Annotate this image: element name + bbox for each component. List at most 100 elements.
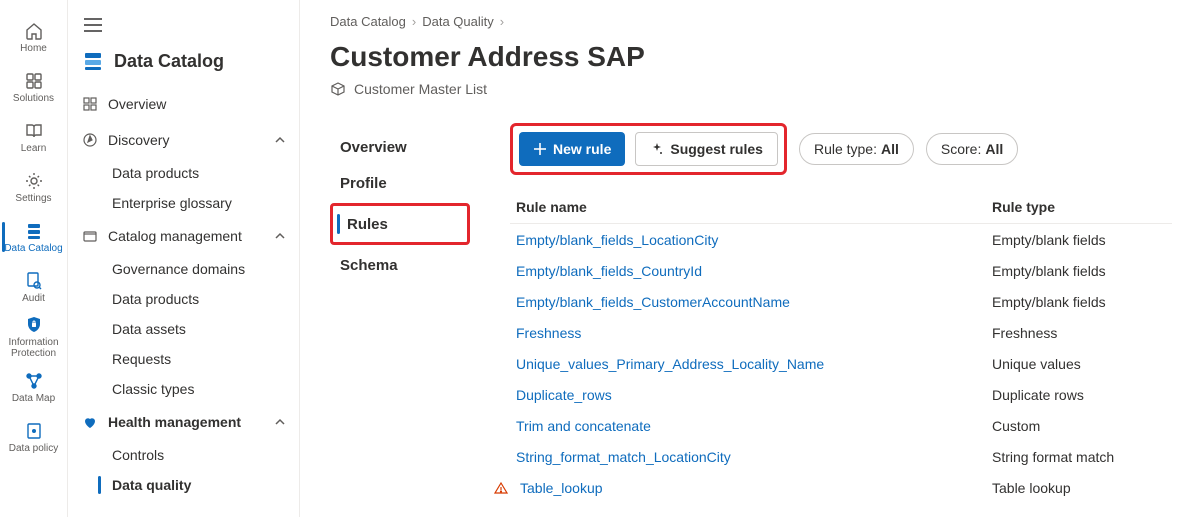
hamburger-icon[interactable] xyxy=(84,18,102,32)
rail-settings[interactable]: Settings xyxy=(0,162,68,212)
col-rule-name[interactable]: Rule name xyxy=(510,199,992,215)
rule-link[interactable]: Freshness xyxy=(510,325,992,341)
cube-icon xyxy=(330,81,346,97)
table-row: Empty/blank_fields_CustomerAccountNameEm… xyxy=(510,286,1172,317)
heart-pulse-icon xyxy=(82,414,98,430)
col-rule-type[interactable]: Rule type xyxy=(992,199,1172,215)
rule-link[interactable]: Table_lookup xyxy=(510,480,992,496)
subtitle-row: Customer Master List xyxy=(330,81,1172,97)
rule-type-cell: Unique values xyxy=(992,356,1172,372)
rule-type-cell: String format match xyxy=(992,449,1172,465)
tab-rules[interactable]: Rules xyxy=(337,206,463,242)
rule-link[interactable]: String_format_match_LocationCity xyxy=(510,449,992,465)
nav-data-assets[interactable]: Data assets xyxy=(68,314,299,344)
table-body: Empty/blank_fields_LocationCityEmpty/bla… xyxy=(510,224,1172,503)
tab-profile[interactable]: Profile xyxy=(330,165,470,201)
rule-type-cell: Empty/blank fields xyxy=(992,294,1172,310)
overview-icon xyxy=(82,96,98,112)
left-nav: Data Catalog Overview Discovery Data pro… xyxy=(68,0,300,517)
chevron-up-icon xyxy=(273,415,287,429)
crumb-data-catalog[interactable]: Data Catalog xyxy=(330,14,406,29)
policy-icon xyxy=(24,421,44,441)
highlight-rules-tab: Rules xyxy=(330,203,470,245)
tab-overview[interactable]: Overview xyxy=(330,129,470,165)
nav-discovery[interactable]: Discovery xyxy=(68,122,299,158)
nav-classic-types[interactable]: Classic types xyxy=(68,374,299,404)
compass-icon xyxy=(82,132,98,148)
suggest-rules-button[interactable]: Suggest rules xyxy=(635,132,778,166)
warning-icon xyxy=(494,481,508,495)
table-row: Trim and concatenateCustom xyxy=(510,410,1172,441)
rule-link[interactable]: Duplicate_rows xyxy=(510,387,992,403)
rail-audit[interactable]: Audit xyxy=(0,262,68,312)
rule-type-cell: Empty/blank fields xyxy=(992,232,1172,248)
nav-discovery-glossary[interactable]: Enterprise glossary xyxy=(68,188,299,218)
table-row: Unique_values_Primary_Address_Locality_N… xyxy=(510,348,1172,379)
rail-data-catalog[interactable]: Data Catalog xyxy=(0,212,68,262)
catalog-color-icon xyxy=(82,50,104,72)
rail-solutions[interactable]: Solutions xyxy=(0,62,68,112)
folder-icon xyxy=(82,228,98,244)
rule-link[interactable]: Empty/blank_fields_CustomerAccountName xyxy=(510,294,992,310)
nav-discovery-data-products[interactable]: Data products xyxy=(68,158,299,188)
book-icon xyxy=(24,121,44,141)
gear-icon xyxy=(24,171,44,191)
rail-data-map[interactable]: Data Map xyxy=(0,362,68,412)
tab-schema[interactable]: Schema xyxy=(330,247,470,283)
rules-panel: New rule Suggest rules Rule type: All Sc… xyxy=(510,123,1172,503)
table-row: Duplicate_rowsDuplicate rows xyxy=(510,379,1172,410)
nav-health-mgmt[interactable]: Health management xyxy=(68,404,299,440)
chevron-up-icon xyxy=(273,133,287,147)
rule-type-cell: Freshness xyxy=(992,325,1172,341)
network-icon xyxy=(24,371,44,391)
rule-link[interactable]: Trim and concatenate xyxy=(510,418,992,434)
nav-data-quality[interactable]: Data quality xyxy=(68,470,299,500)
rail-info-protection[interactable]: Information Protection xyxy=(0,312,68,362)
grid-icon xyxy=(24,71,44,91)
table-row: FreshnessFreshness xyxy=(510,317,1172,348)
rules-toolbar: New rule Suggest rules Rule type: All Sc… xyxy=(510,123,1172,175)
chevron-right-icon: › xyxy=(412,14,416,29)
main-content: Data Catalog › Data Quality › Customer A… xyxy=(300,0,1200,517)
nav-cm-data-products[interactable]: Data products xyxy=(68,284,299,314)
rule-link[interactable]: Unique_values_Primary_Address_Locality_N… xyxy=(510,356,992,372)
nav-title-row: Data Catalog xyxy=(68,40,299,86)
nav-overview[interactable]: Overview xyxy=(68,86,299,122)
rule-type-cell: Empty/blank fields xyxy=(992,263,1172,279)
table-row: Empty/blank_fields_LocationCityEmpty/bla… xyxy=(510,224,1172,255)
breadcrumb: Data Catalog › Data Quality › xyxy=(330,14,1172,29)
rule-link[interactable]: Empty/blank_fields_CountryId xyxy=(510,263,992,279)
table-row: Empty/blank_fields_CountryIdEmpty/blank … xyxy=(510,255,1172,286)
table-row: String_format_match_LocationCityString f… xyxy=(510,441,1172,472)
rail-data-policy[interactable]: Data policy xyxy=(0,412,68,462)
vertical-tabs: Overview Profile Rules Schema xyxy=(330,123,470,503)
crumb-data-quality[interactable]: Data Quality xyxy=(422,14,494,29)
nav-gov-domains[interactable]: Governance domains xyxy=(68,254,299,284)
rule-type-cell: Duplicate rows xyxy=(992,387,1172,403)
filter-rule-type[interactable]: Rule type: All xyxy=(799,133,914,165)
page-title: Customer Address SAP xyxy=(330,41,1172,73)
table-row: Table_lookupTable lookup xyxy=(510,472,1172,503)
sparkle-icon xyxy=(650,142,664,156)
filter-score[interactable]: Score: All xyxy=(926,133,1018,165)
home-icon xyxy=(24,21,44,41)
shield-lock-icon xyxy=(24,315,44,335)
rail-home[interactable]: Home xyxy=(0,12,68,62)
nav-requests[interactable]: Requests xyxy=(68,344,299,374)
app-rail: Home Solutions Learn Settings Data Catal… xyxy=(0,0,68,517)
nav-title: Data Catalog xyxy=(114,51,224,72)
catalog-icon xyxy=(24,221,44,241)
highlight-rule-buttons: New rule Suggest rules xyxy=(510,123,787,175)
table-header: Rule name Rule type xyxy=(510,191,1172,224)
plus-icon xyxy=(533,142,547,156)
nav-catalog-mgmt[interactable]: Catalog management xyxy=(68,218,299,254)
rule-type-cell: Table lookup xyxy=(992,480,1172,496)
rule-type-cell: Custom xyxy=(992,418,1172,434)
chevron-right-icon: › xyxy=(500,14,504,29)
nav-controls[interactable]: Controls xyxy=(68,440,299,470)
new-rule-button[interactable]: New rule xyxy=(519,132,625,166)
rule-link[interactable]: Empty/blank_fields_LocationCity xyxy=(510,232,992,248)
search-file-icon xyxy=(24,271,44,291)
chevron-up-icon xyxy=(273,229,287,243)
rail-learn[interactable]: Learn xyxy=(0,112,68,162)
